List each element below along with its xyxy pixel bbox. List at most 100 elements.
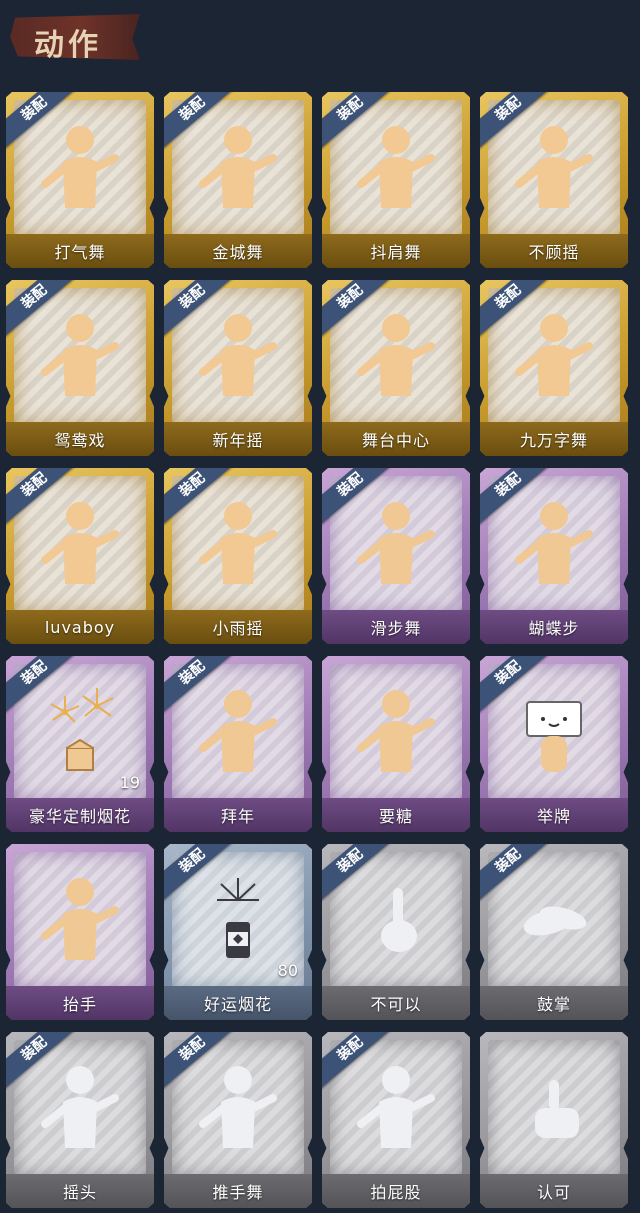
emote-name: 金城舞 xyxy=(212,243,264,262)
dance-figure-icon xyxy=(351,494,441,594)
dance-figure-icon xyxy=(193,118,283,218)
card-label-bar: 舞台中心 xyxy=(322,422,470,456)
emote-card[interactable]: 装配 小雨摇 xyxy=(164,468,312,644)
card-label-bar: 豪华定制烟花 xyxy=(6,798,154,832)
emote-card[interactable]: 装配 不可以 xyxy=(322,844,470,1020)
emote-card[interactable]: 装配 不顾摇 xyxy=(480,92,628,268)
card-label-bar: 好运烟花 xyxy=(164,986,312,1020)
card-label-bar: 打气舞 xyxy=(6,234,154,268)
fireworks-box-icon xyxy=(35,682,125,782)
card-label-bar: 不顾摇 xyxy=(480,234,628,268)
card-label-bar: 举牌 xyxy=(480,798,628,832)
emote-name: 小雨摇 xyxy=(212,619,264,638)
emote-grid: 装配 打气舞 装配 金城舞 装配 抖肩舞 装配 不顾摇 装配 鸳鸯戏 装配 新年摇 装配 舞台… xyxy=(6,92,628,1208)
card-label-bar: 鸳鸯戏 xyxy=(6,422,154,456)
page-header: 动作 xyxy=(0,0,640,80)
emote-card[interactable]: 装配 打气舞 xyxy=(6,92,154,268)
dance-figure-icon xyxy=(193,494,283,594)
emote-name: 新年摇 xyxy=(212,431,264,450)
emote-name: 豪华定制烟花 xyxy=(28,807,131,826)
emote-name: 拜年 xyxy=(220,807,255,826)
emote-card[interactable]: 装配 金城舞 xyxy=(164,92,312,268)
item-count: 80 xyxy=(277,961,298,980)
emote-card[interactable]: 装配 80 好运烟花 xyxy=(164,844,312,1020)
finger-wag-icon xyxy=(351,870,441,970)
emote-name: 抬手 xyxy=(62,995,97,1014)
emote-card[interactable]: 装配 新年摇 xyxy=(164,280,312,456)
emote-card[interactable]: 装配 举牌 xyxy=(480,656,628,832)
card-label-bar: 推手舞 xyxy=(164,1174,312,1208)
card-label-bar: 蝴蝶步 xyxy=(480,610,628,644)
emote-card[interactable]: 装配 抖肩舞 xyxy=(322,92,470,268)
page-title: 动作 xyxy=(34,28,102,63)
emote-card[interactable]: 装配 蝴蝶步 xyxy=(480,468,628,644)
card-label-bar: 新年摇 xyxy=(164,422,312,456)
card-label-bar: 滑步舞 xyxy=(322,610,470,644)
emote-name: 鼓掌 xyxy=(536,995,571,1014)
dance-figure-icon xyxy=(509,494,599,594)
emote-name: 好运烟花 xyxy=(203,995,272,1014)
emote-name: 摇头 xyxy=(62,1183,97,1202)
raise-hand-figure-icon xyxy=(35,870,125,970)
dance-figure-icon xyxy=(351,118,441,218)
emote-card[interactable]: 装配 摇头 xyxy=(6,1032,154,1208)
emote-card[interactable]: 装配 19 豪华定制烟花 xyxy=(6,656,154,832)
dance-figure-icon xyxy=(35,494,125,594)
card-label-bar: 九万字舞 xyxy=(480,422,628,456)
emote-name: 蝴蝶步 xyxy=(528,619,580,638)
emote-name: 不可以 xyxy=(370,995,422,1014)
item-count: 19 xyxy=(119,773,140,792)
card-label-bar: 抖肩舞 xyxy=(322,234,470,268)
emote-name: 拍屁股 xyxy=(370,1183,422,1202)
emote-card[interactable]: 装配 鸳鸯戏 xyxy=(6,280,154,456)
emote-name: 不顾摇 xyxy=(528,243,580,262)
card-label-bar: luvaboy xyxy=(6,610,154,644)
dance-figure-icon xyxy=(35,306,125,406)
firework-can-icon xyxy=(193,870,283,970)
emote-card[interactable]: 装配 推手舞 xyxy=(164,1032,312,1208)
dance-figure-icon xyxy=(35,1058,125,1158)
emote-name: 滑步舞 xyxy=(370,619,422,638)
card-label-bar: 拜年 xyxy=(164,798,312,832)
card-label-bar: 认可 xyxy=(480,1174,628,1208)
dance-figure-icon xyxy=(35,118,125,218)
emote-card[interactable]: 装配 luvaboy xyxy=(6,468,154,644)
sign-figure-icon xyxy=(509,682,599,782)
emote-card[interactable]: 抬手 xyxy=(6,844,154,1020)
dance-figure-icon xyxy=(193,1058,283,1158)
thumbs-up-icon xyxy=(509,1058,599,1158)
emote-card[interactable]: 装配 滑步舞 xyxy=(322,468,470,644)
emote-name: 舞台中心 xyxy=(361,431,430,450)
greeting-figure-icon xyxy=(351,682,441,782)
dance-figure-icon xyxy=(193,306,283,406)
greeting-figure-icon xyxy=(193,682,283,782)
card-label-bar: 拍屁股 xyxy=(322,1174,470,1208)
emote-card[interactable]: 装配 拜年 xyxy=(164,656,312,832)
emote-name: 认可 xyxy=(536,1183,571,1202)
card-label-bar: 金城舞 xyxy=(164,234,312,268)
dance-figure-icon xyxy=(509,118,599,218)
emote-card[interactable]: 要糖 xyxy=(322,656,470,832)
card-label-bar: 不可以 xyxy=(322,986,470,1020)
clap-hands-icon xyxy=(509,870,599,970)
card-label-bar: 要糖 xyxy=(322,798,470,832)
emote-name: 打气舞 xyxy=(54,243,106,262)
emote-name: luvaboy xyxy=(44,617,116,637)
emote-card[interactable]: 装配 鼓掌 xyxy=(480,844,628,1020)
emote-name: 推手舞 xyxy=(212,1183,264,1202)
emote-name: 九万字舞 xyxy=(519,431,588,450)
dance-figure-icon xyxy=(509,306,599,406)
dance-figure-icon xyxy=(351,306,441,406)
dance-figure-icon xyxy=(351,1058,441,1158)
card-label-bar: 摇头 xyxy=(6,1174,154,1208)
emote-card[interactable]: 装配 拍屁股 xyxy=(322,1032,470,1208)
card-label-bar: 鼓掌 xyxy=(480,986,628,1020)
card-label-bar: 小雨摇 xyxy=(164,610,312,644)
emote-name: 鸳鸯戏 xyxy=(54,431,106,450)
emote-card[interactable]: 认可 xyxy=(480,1032,628,1208)
emote-name: 抖肩舞 xyxy=(370,243,422,262)
emote-name: 要糖 xyxy=(378,807,413,826)
card-label-bar: 抬手 xyxy=(6,986,154,1020)
emote-card[interactable]: 装配 舞台中心 xyxy=(322,280,470,456)
emote-card[interactable]: 装配 九万字舞 xyxy=(480,280,628,456)
